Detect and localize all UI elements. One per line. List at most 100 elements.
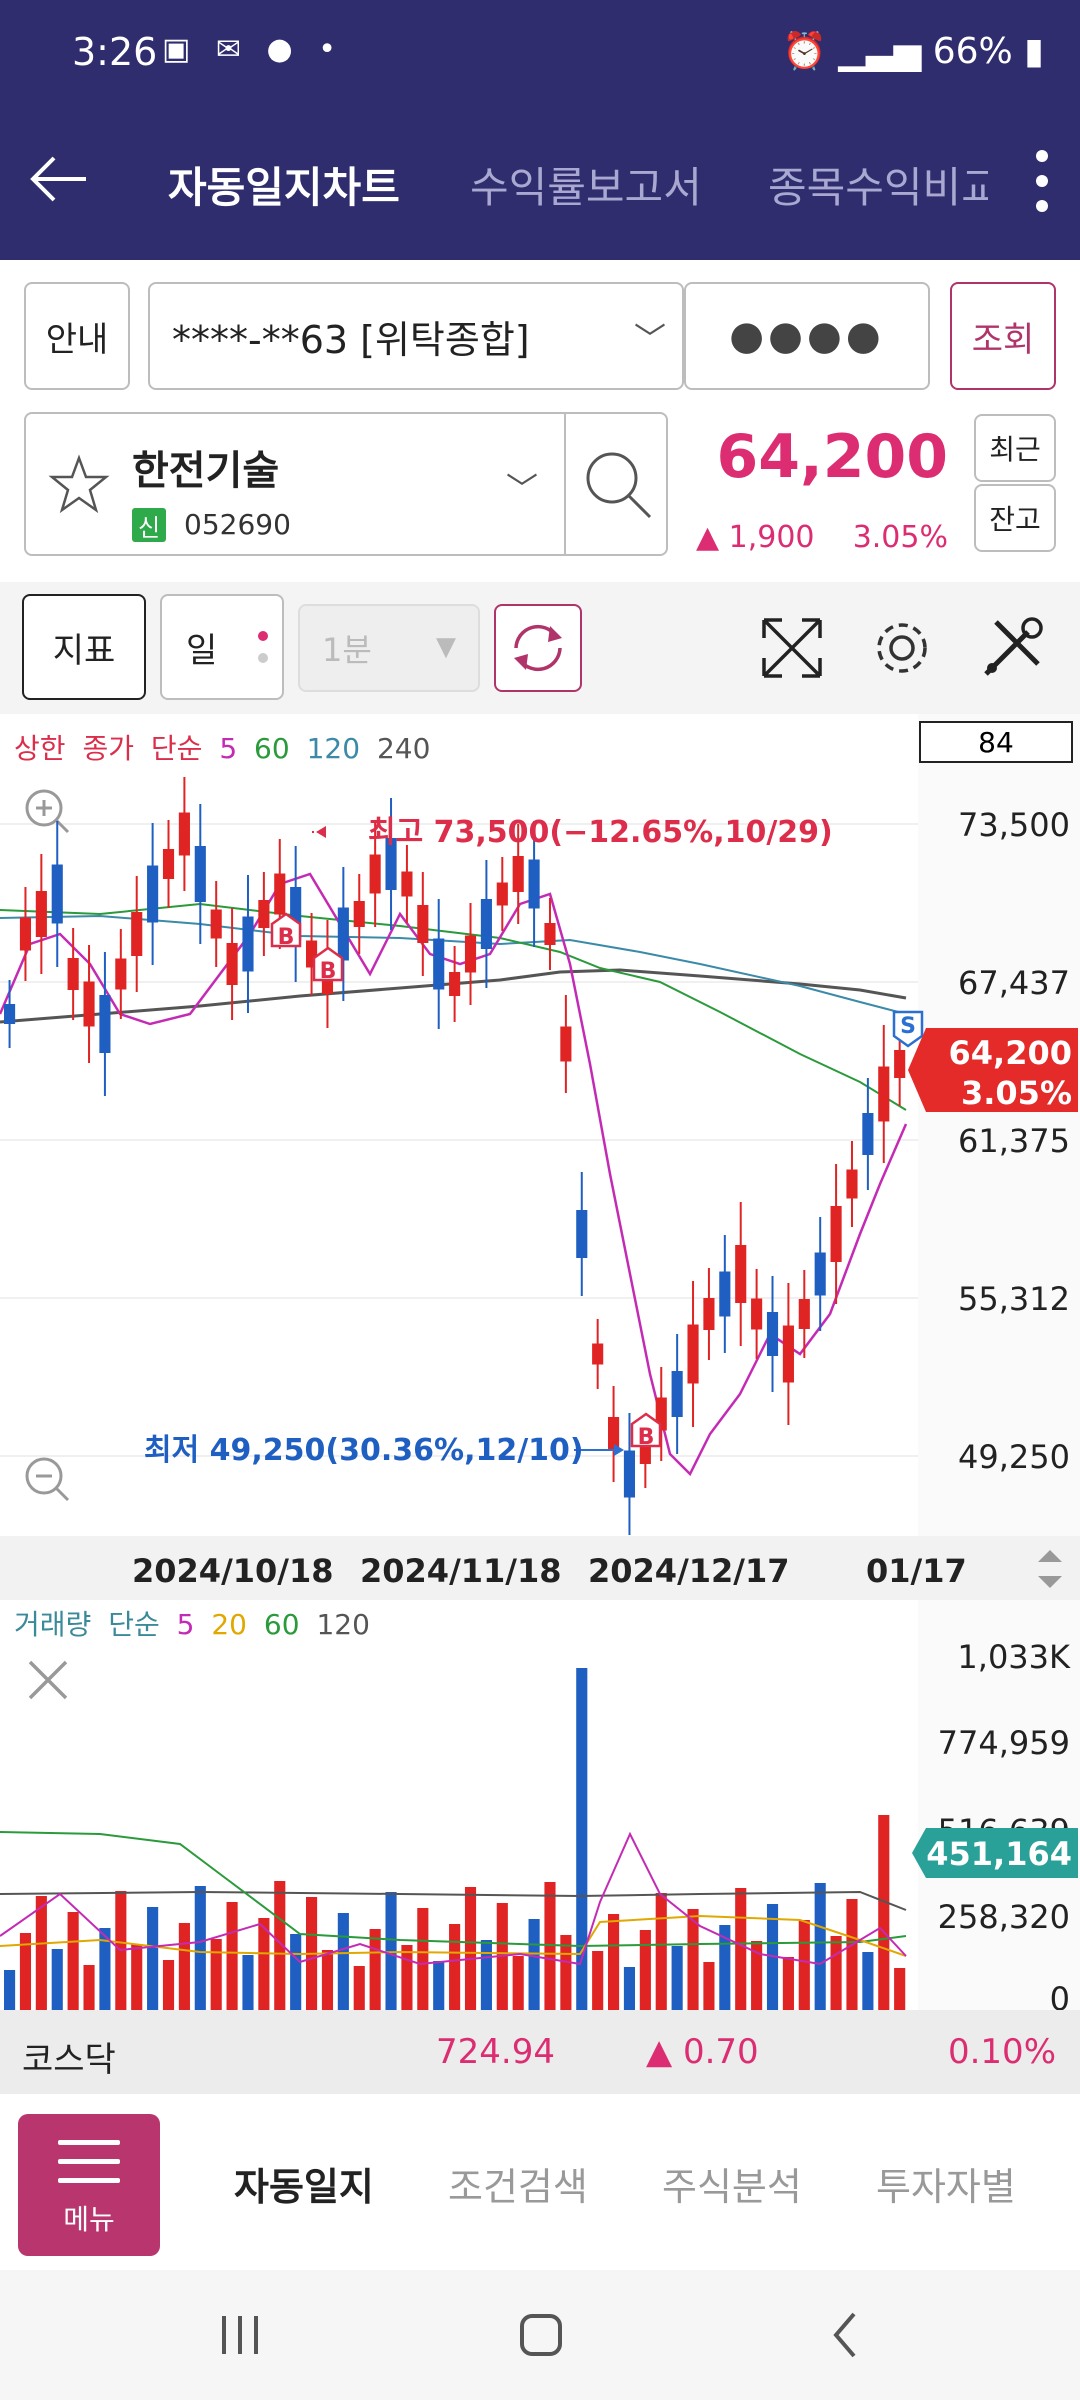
more-vert-icon[interactable] <box>1032 146 1052 216</box>
query-button[interactable]: 조회 <box>950 282 1056 390</box>
high-annotation: 최고 73,500(−12.65%,10/29) <box>368 815 833 850</box>
nav-condition-search[interactable]: 조건검색 <box>448 2156 588 2211</box>
password-field[interactable]: ●●●● <box>684 282 930 390</box>
volume-bar <box>242 1955 254 2010</box>
candle <box>162 849 175 879</box>
candle <box>67 958 79 990</box>
app-bar: 자동일지차트 수익률보고서 종목수익비교 <box>0 110 1080 260</box>
price-volume-chart[interactable]: 상한 종가 단순 5 60 120 240 84 B B B S 최고 73,5… <box>0 714 1080 2018</box>
volume-bar <box>131 1944 143 2010</box>
nav-by-investor[interactable]: 투자자별 <box>876 2156 1016 2211</box>
account-select[interactable]: ****-**63 [위탁종합] ﹀ <box>148 282 684 390</box>
current-price-tag-value: 64,200 <box>949 1034 1072 1072</box>
recent-button[interactable]: 최근 <box>974 414 1056 482</box>
volume-bar <box>353 1966 365 2010</box>
volume-bar <box>178 1923 190 2010</box>
volume-bar <box>846 1899 858 2010</box>
volume-bar <box>369 1929 381 2010</box>
interval-label: 1분 <box>322 631 372 669</box>
gear-icon[interactable] <box>862 608 942 688</box>
home-icon[interactable] <box>520 2314 562 2356</box>
candle <box>35 891 47 937</box>
stock-name: 한전기술 <box>132 448 280 494</box>
stock-selector[interactable]: 한전기술 신 052690 ﹀ <box>24 412 668 556</box>
volume-bar <box>528 1919 540 2010</box>
tools-icon[interactable] <box>972 608 1052 688</box>
price-tick: 73,500 <box>958 806 1070 844</box>
nav-auto-journal[interactable]: 자동일지 <box>234 2156 374 2211</box>
candle <box>242 916 254 972</box>
volume-bar <box>782 1957 794 2010</box>
candle <box>178 812 190 856</box>
volume-bar <box>814 1883 826 2010</box>
balance-button[interactable]: 잔고 <box>974 484 1056 552</box>
market-index-bar[interactable]: 코스닥 724.94 ▲ 0.70 0.10% <box>0 2010 1080 2094</box>
current-price: 64,200 <box>716 422 948 492</box>
index-value: 724.94 <box>436 2032 555 2072</box>
nav-stock-analysis[interactable]: 주식분석 <box>662 2156 802 2211</box>
candle <box>4 1004 16 1024</box>
volume-bar <box>210 1939 222 2010</box>
x-tick: 2024/11/18 <box>360 1552 562 1590</box>
credit-badge: 신 <box>132 508 166 542</box>
candle <box>19 917 32 951</box>
stock-search-button[interactable] <box>564 414 668 554</box>
candle <box>194 846 206 902</box>
volume-bar <box>226 1902 238 2010</box>
refresh-button[interactable] <box>494 604 582 692</box>
chevron-down-icon: ﹀ <box>506 470 539 508</box>
vol-legend-label: 거래량 <box>14 1608 91 1641</box>
volume-bar <box>830 1936 842 2010</box>
stock-row: 한전기술 신 052690 ﹀ 64,200 ▲ 1,900 3.05% 최근 … <box>0 412 1080 562</box>
notification-icons: ▣ ✉ ● • <box>162 32 344 67</box>
candle <box>131 912 143 956</box>
index-pct: 0.10% <box>947 2032 1056 2072</box>
legend-ma240: 240 <box>377 732 430 765</box>
volume-bar <box>894 1968 906 2010</box>
back-arrow-icon[interactable] <box>24 144 94 214</box>
fullscreen-icon[interactable] <box>752 608 832 688</box>
volume-bar <box>512 1956 524 2010</box>
recent-apps-icon[interactable] <box>222 2316 258 2354</box>
current-price-tag-pct: 3.05% <box>961 1074 1072 1112</box>
price-tick: 61,375 <box>958 1122 1070 1160</box>
volume-bar <box>337 1913 349 2010</box>
candle <box>766 1312 779 1356</box>
candle <box>258 900 270 928</box>
star-icon[interactable] <box>48 454 110 516</box>
indicator-button[interactable]: 지표 <box>22 594 146 700</box>
candle <box>83 981 95 1027</box>
hamburger-icon <box>58 2140 120 2197</box>
candle <box>751 1298 763 1330</box>
menu-button[interactable]: 메뉴 <box>18 2114 160 2256</box>
bottom-nav: 메뉴 자동일지 조건검색 주식분석 투자자별 <box>0 2094 1080 2270</box>
tab-stock-return-compare[interactable]: 종목수익비교 <box>768 154 988 215</box>
candle <box>608 1417 620 1451</box>
candle <box>703 1298 715 1330</box>
candle <box>115 958 127 990</box>
x-tick: 2024/12/17 <box>588 1552 790 1590</box>
buy-signal-label: B <box>638 1425 655 1450</box>
search-icon <box>586 452 652 519</box>
chart-area[interactable]: 상한 종가 단순 5 60 120 240 84 B B B S 최고 73,5… <box>0 714 1080 2018</box>
volume-bar <box>290 1934 302 2010</box>
back-nav-icon[interactable] <box>833 2312 856 2358</box>
stock-code: 052690 <box>184 508 291 541</box>
price-change-pct: 3.05% <box>852 520 948 555</box>
price-change-amount: ▲ 1,900 <box>696 520 815 555</box>
volume-bar <box>385 1892 397 2010</box>
info-button[interactable]: 안내 <box>24 282 130 390</box>
period-select[interactable]: 일 <box>160 594 284 700</box>
volume-bar <box>162 1960 175 2010</box>
status-bar: 3:26 ▣ ✉ ● • ⏰ ▁▃▅ 66% ▮ <box>0 0 1080 110</box>
volume-tick: 774,959 <box>938 1724 1070 1762</box>
interval-select[interactable]: 1분 ▼ <box>298 604 480 692</box>
indicator-value: 84 <box>978 726 1014 759</box>
candle <box>528 859 540 909</box>
tab-return-report[interactable]: 수익률보고서 <box>470 154 702 215</box>
tab-auto-journal-chart[interactable]: 자동일지차트 <box>168 154 400 215</box>
account-row: 안내 ****-**63 [위탁종합] ﹀ ●●●● 조회 <box>0 282 1080 392</box>
candle <box>433 938 445 990</box>
price-tick: 67,437 <box>958 964 1070 1002</box>
candle <box>464 935 477 973</box>
